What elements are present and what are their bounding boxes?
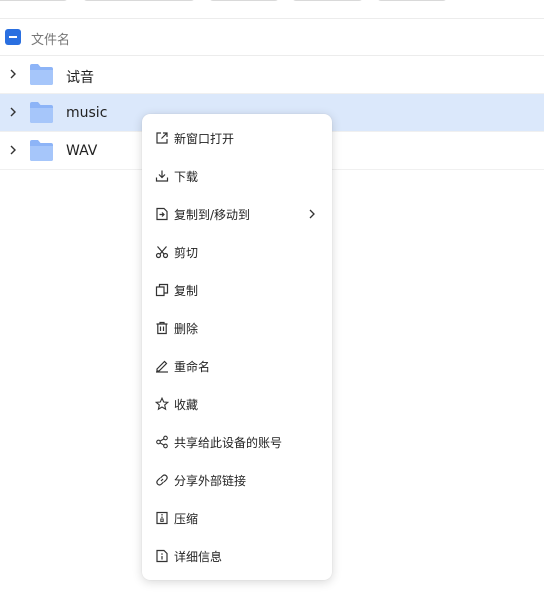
menu-item-label: 重命名 [174, 360, 211, 374]
folder-icon [30, 140, 53, 161]
menu-item-share-device-account[interactable]: 共享给此设备的账号 [142, 423, 332, 461]
copy-icon [155, 283, 169, 297]
folder-icon [30, 102, 53, 123]
download-icon [155, 170, 169, 182]
toolbar-button[interactable] [0, 0, 68, 1]
menu-item-label: 分享外部链接 [174, 474, 247, 488]
menu-item-rename[interactable]: 重命名 [142, 347, 332, 385]
menu-item-label: 删除 [174, 322, 199, 336]
toolbar-button[interactable] [209, 0, 279, 1]
archive-icon [156, 511, 168, 525]
menu-item-label: 收藏 [174, 398, 199, 412]
menu-item-label: 详细信息 [174, 550, 223, 564]
chevron-right-icon[interactable] [7, 106, 19, 118]
copy-move-icon [156, 207, 168, 221]
menu-item-details[interactable]: 详细信息 [142, 537, 332, 575]
menu-item-open-new-window[interactable]: 新窗口打开 [142, 119, 332, 157]
toolbar [0, 0, 544, 4]
context-menu: 新窗口打开 下载 复制到/移动到 剪切 复制 删除 重命名 收藏 共享给此设备的… [142, 114, 332, 580]
menu-item-copy-move[interactable]: 复制到/移动到 [142, 195, 332, 233]
column-header-filename[interactable]: 文件名 [31, 29, 70, 48]
menu-item-label: 剪切 [174, 246, 199, 260]
menu-item-copy[interactable]: 复制 [142, 271, 332, 309]
file-manager-page: 文件名 试音 music WAV 新窗口打开 下载 复制到/移动到 剪切 复制 … [0, 0, 544, 595]
star-icon [155, 397, 169, 411]
toolbar-button[interactable] [83, 0, 195, 1]
menu-item-label: 下载 [174, 170, 199, 184]
trash-icon [156, 321, 168, 335]
row-name: WAV [66, 143, 98, 159]
select-all-checkbox[interactable] [5, 29, 21, 45]
chevron-right-icon[interactable] [7, 144, 19, 156]
menu-item-label: 共享给此设备的账号 [174, 436, 283, 450]
share-icon [156, 435, 168, 449]
menu-item-label: 复制到/移动到 [174, 208, 251, 222]
row-name: 试音 [66, 70, 94, 86]
chevron-right-icon [309, 209, 315, 219]
file-list-header: 文件名 [0, 18, 544, 56]
menu-item-share-external-link[interactable]: 分享外部链接 [142, 461, 332, 499]
row-name: music [66, 105, 108, 121]
menu-item-label: 新窗口打开 [174, 132, 235, 146]
menu-item-label: 压缩 [174, 512, 199, 526]
menu-item-cut[interactable]: 剪切 [142, 233, 332, 271]
open-new-window-icon [156, 132, 168, 144]
folder-icon [30, 64, 53, 85]
table-row[interactable]: 试音 [0, 56, 544, 94]
toolbar-button[interactable] [377, 0, 447, 1]
menu-item-favorite[interactable]: 收藏 [142, 385, 332, 423]
chevron-right-icon[interactable] [7, 68, 19, 80]
menu-item-download[interactable]: 下载 [142, 157, 332, 195]
info-icon [156, 549, 168, 563]
menu-item-compress[interactable]: 压缩 [142, 499, 332, 537]
menu-item-label: 复制 [174, 284, 199, 298]
pencil-icon [156, 360, 168, 373]
link-icon [156, 474, 168, 486]
menu-item-delete[interactable]: 删除 [142, 309, 332, 347]
scissors-icon [155, 246, 169, 259]
toolbar-button[interactable] [292, 0, 363, 1]
